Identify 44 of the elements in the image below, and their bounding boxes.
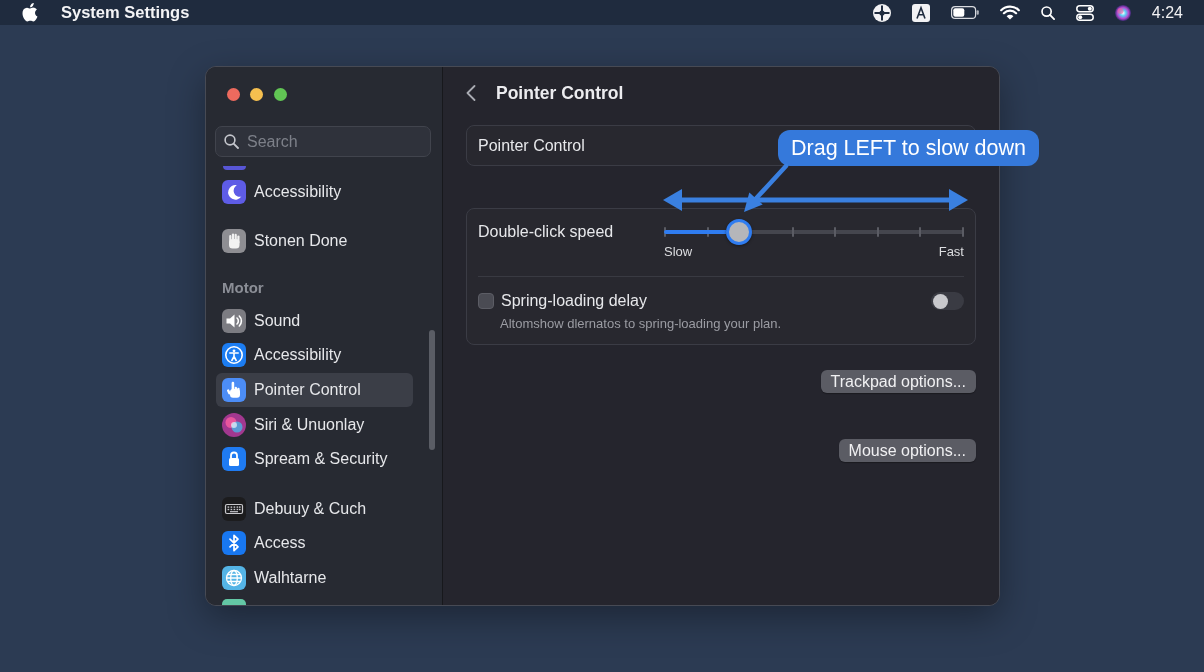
cut-off-icon — [223, 166, 246, 170]
scrollbar[interactable] — [429, 330, 435, 450]
battery-icon[interactable] — [950, 6, 979, 19]
search-icon — [224, 134, 239, 149]
window-close-button[interactable] — [226, 88, 240, 101]
setting-label: Double-click speed — [478, 222, 614, 242]
options-button[interactable]: Trackpad options... — [820, 370, 976, 393]
font-icon[interactable] — [911, 3, 930, 22]
sidebar-item[interactable]: Walhtarne — [216, 560, 413, 596]
options-button[interactable]: Mouse options... — [838, 439, 976, 462]
slider-min-label: Slow — [664, 244, 693, 260]
slider-max-label: Fast — [938, 244, 964, 260]
window-zoom-button[interactable] — [273, 88, 287, 101]
pointer-arrow — [744, 163, 789, 212]
apple-icon[interactable] — [22, 3, 38, 22]
checkbox[interactable] — [478, 293, 494, 309]
section-header: Motor — [221, 278, 265, 299]
clock: 4:24 — [1151, 3, 1183, 23]
search-field[interactable]: Search — [215, 126, 431, 157]
chevron-left-icon[interactable] — [466, 85, 476, 101]
cut-off-icon — [222, 599, 246, 605]
sidebar-item[interactable]: Sound — [216, 303, 413, 338]
page-title: Pointer Control — [496, 81, 624, 105]
toggle-switch[interactable] — [931, 292, 964, 310]
setting-label: Spring-loading delay — [501, 291, 647, 311]
sidebar-item[interactable]: Stonen Done — [216, 224, 413, 259]
slider-thumb[interactable] — [726, 219, 752, 245]
sidebar-item[interactable]: Siri & Unuonlay — [216, 407, 413, 442]
sidebar-item[interactable]: Debuuy & Cuch — [216, 491, 413, 526]
sidebar-item[interactable]: Accessibility — [216, 337, 413, 373]
wifi-icon[interactable] — [999, 5, 1020, 20]
sidebar-item[interactable]: Spream & Security — [216, 441, 413, 477]
row-label: Pointer Control — [478, 135, 585, 156]
switches-icon[interactable] — [1075, 4, 1094, 21]
search-icon[interactable] — [1040, 5, 1055, 20]
sidebar-item[interactable]: Pointer Control — [216, 372, 413, 408]
app-name[interactable]: System Settings — [61, 0, 190, 25]
sidebar-item[interactable]: Accessibility — [216, 174, 413, 210]
sidebar-item[interactable]: Access — [216, 525, 413, 561]
callout: Drag LEFT to slow down — [778, 130, 1039, 166]
orb-icon[interactable] — [1114, 4, 1131, 21]
circle-cross-icon[interactable] — [872, 3, 891, 22]
setting-description: Altomshow dlernatos to spring-loading your plan. — [500, 315, 783, 333]
window-minimize-button[interactable] — [250, 88, 263, 101]
